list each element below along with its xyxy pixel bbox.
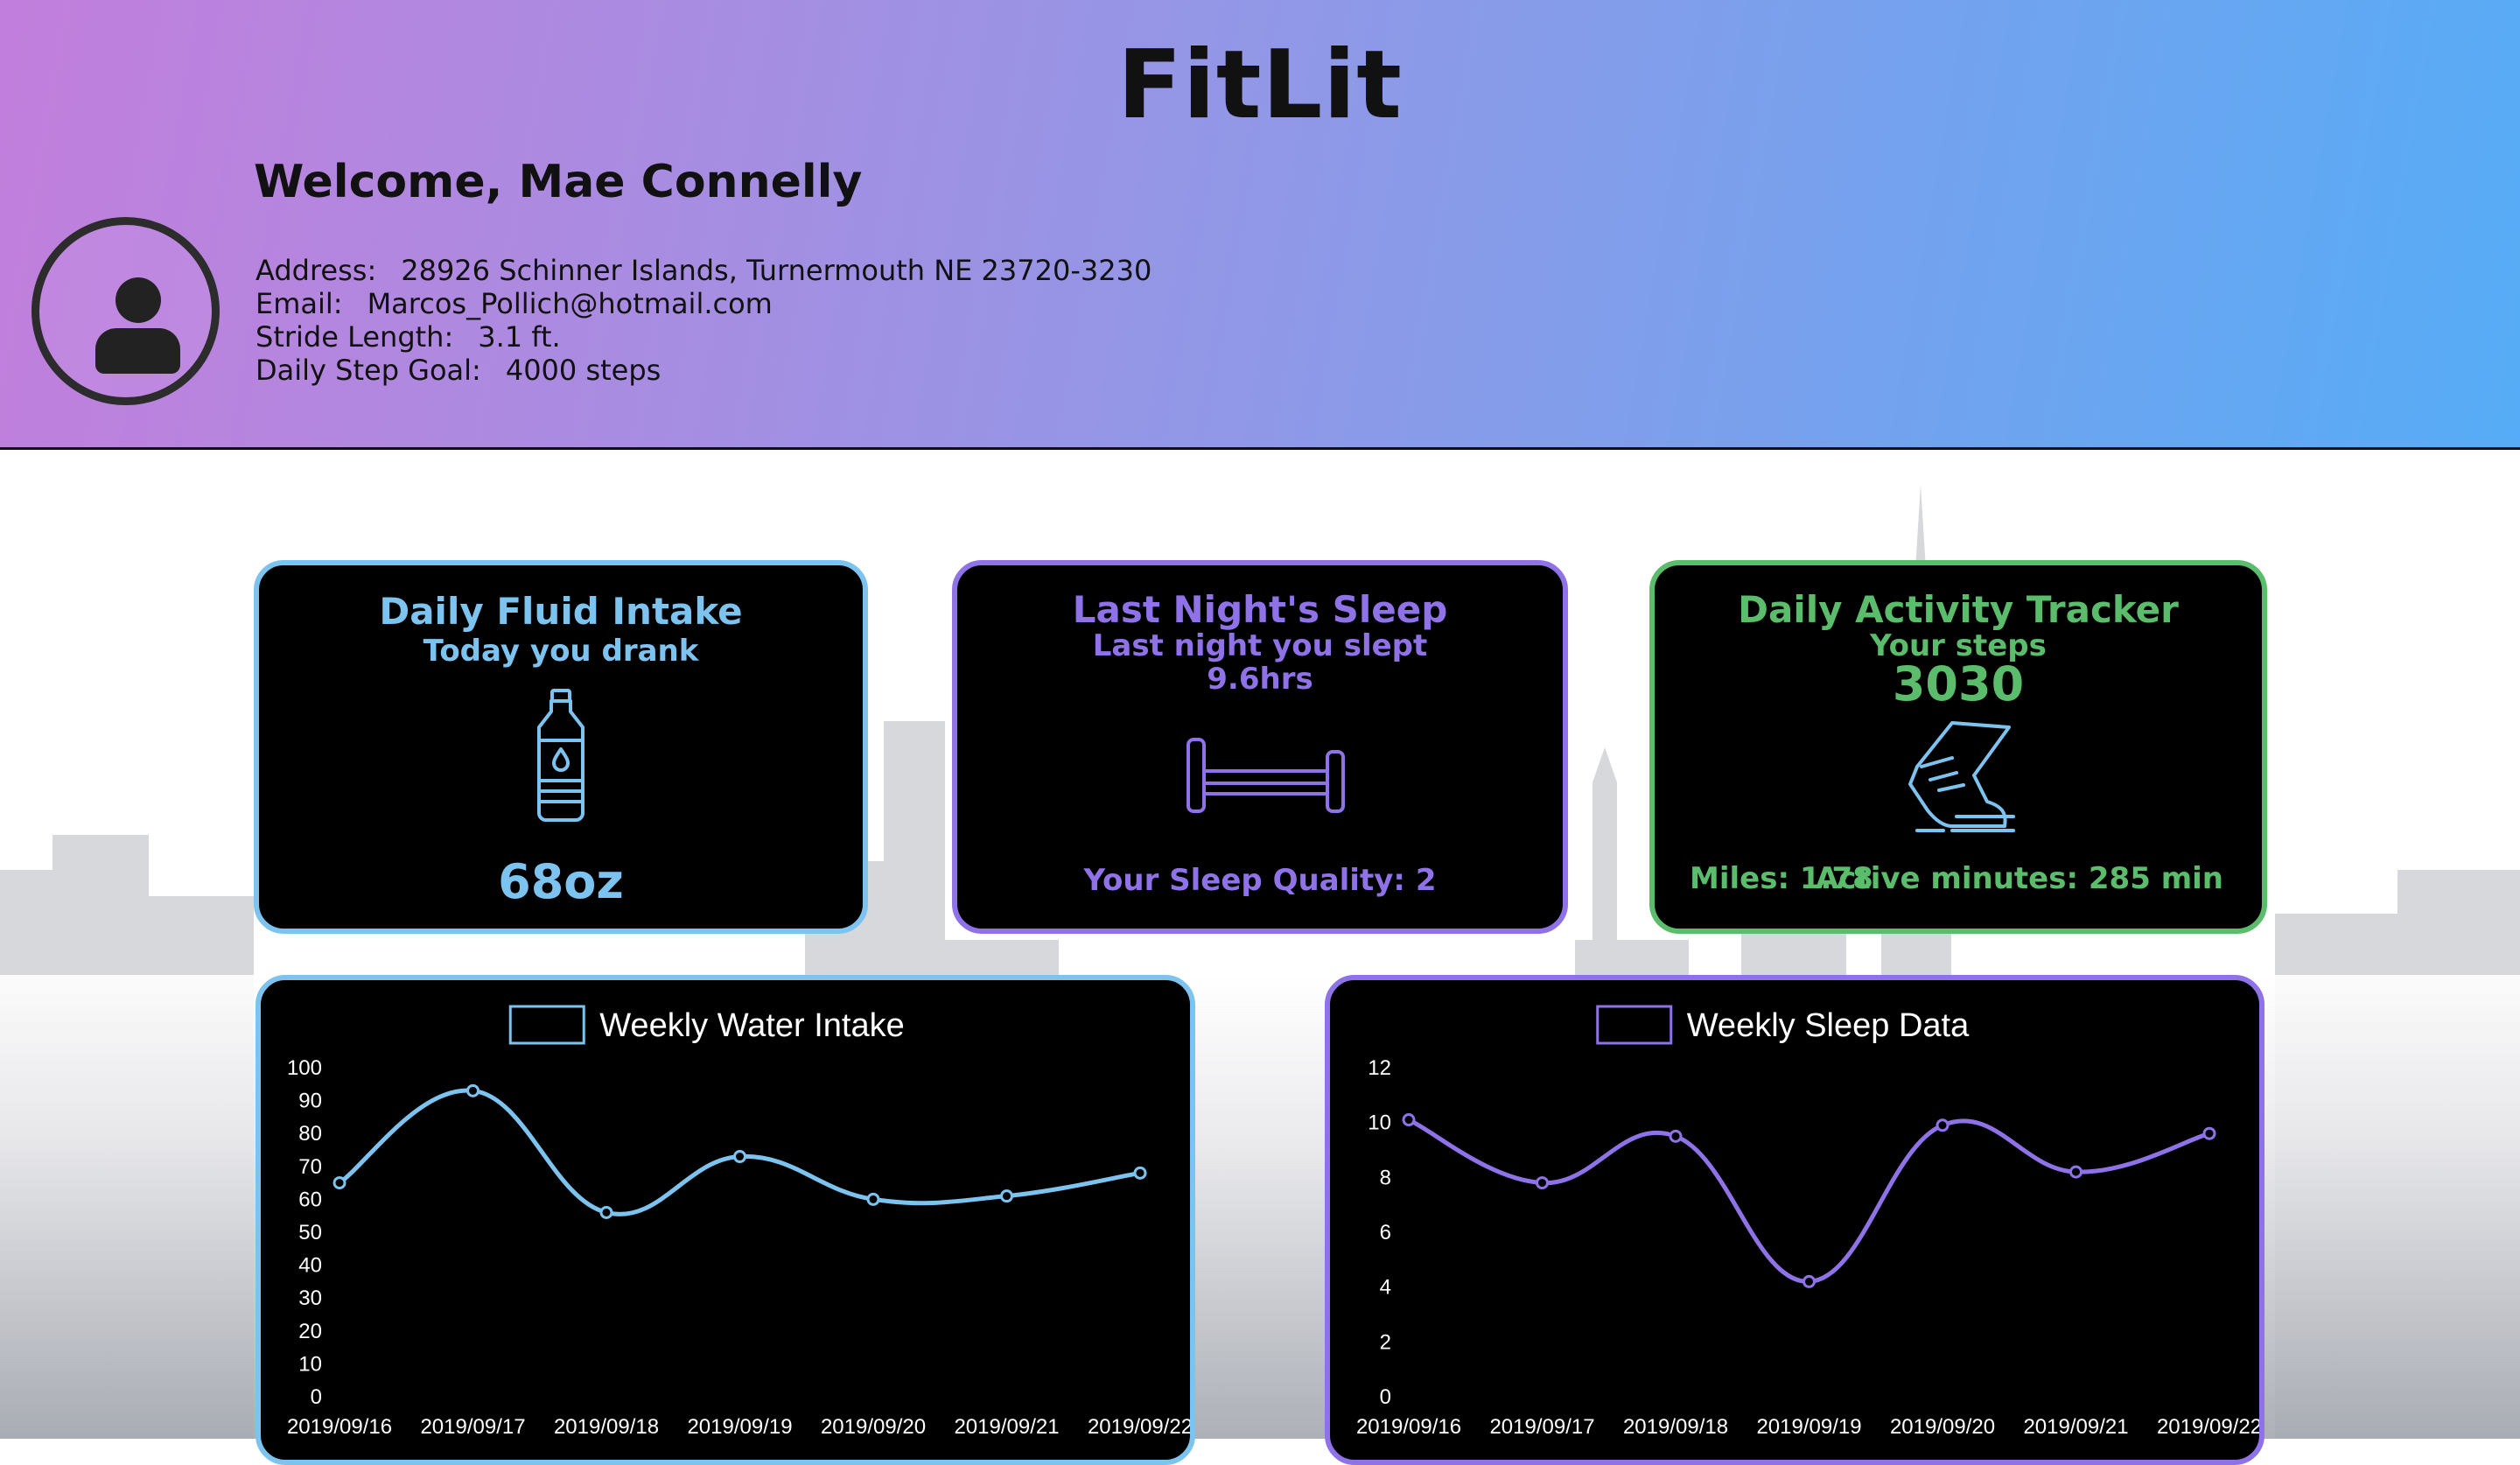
avatar-head: [116, 277, 161, 323]
y-tick-label: 80: [298, 1122, 322, 1146]
y-tick-label: 70: [298, 1155, 322, 1179]
x-tick-label: 2019/09/17: [420, 1415, 525, 1439]
data-point[interactable]: [733, 1150, 746, 1164]
user-info: Address: 28926 Schinner Islands, Turnermo…: [256, 254, 1152, 387]
email-row: Email: Marcos_Pollich@hotmail.com: [256, 287, 1152, 320]
y-tick-label: 2: [1380, 1330, 1391, 1354]
x-tick-label: 2019/09/19: [1756, 1415, 1861, 1439]
weekly-sleep-chart-card: Weekly Sleep Data 0 2 4 6 8 10 12 2019/09/16 2019…: [1325, 975, 2264, 1465]
data-point[interactable]: [1133, 1166, 1147, 1180]
app-title: FitLit: [1117, 31, 1403, 140]
email-label: Email:: [256, 287, 343, 320]
legend-swatch: [508, 1005, 585, 1045]
data-point[interactable]: [2069, 1165, 2082, 1179]
step-goal-row: Daily Step Goal: 4000 steps: [256, 354, 1152, 387]
legend-label: Weekly Sleep Data: [1687, 1007, 1970, 1044]
sleep-card-subtitle: Last night you slept: [1092, 628, 1428, 663]
sleep-hours: 9.6hrs: [1207, 662, 1313, 697]
y-tick-label: 10: [298, 1352, 322, 1376]
x-tick-label: 2019/09/18: [1623, 1415, 1728, 1439]
water-bottle-icon: [537, 689, 584, 822]
y-tick-label: 0: [311, 1385, 322, 1409]
data-point[interactable]: [332, 1176, 346, 1190]
x-tick-label: 2019/09/20: [821, 1415, 926, 1439]
welcome-message: Welcome, Mae Connelly: [254, 156, 863, 208]
weekly-water-chart-card: Weekly Water Intake 0 10 20 30 40 50 60 70 80 90 10…: [256, 975, 1195, 1465]
y-tick-label: 10: [1368, 1111, 1391, 1135]
fluid-intake-card: Daily Fluid Intake Today you drank 68oz: [254, 560, 868, 934]
profile-header: FitLit Welcome, Mae Connelly Address: 289…: [0, 0, 2520, 450]
sleep-card: Last Night's Sleep Last night you slept …: [952, 560, 1568, 934]
y-tick-label: 12: [1368, 1056, 1391, 1080]
y-tick-label: 8: [1380, 1166, 1391, 1189]
legend-label: Weekly Water Intake: [599, 1007, 904, 1044]
activity-card-title: Daily Activity Tracker: [1738, 588, 2179, 631]
data-point[interactable]: [1000, 1189, 1013, 1203]
stride-label: Stride Length:: [256, 320, 454, 354]
fluid-card-title: Daily Fluid Intake: [379, 590, 743, 633]
x-tick-label: 2019/09/19: [687, 1415, 792, 1439]
x-tick-label: 2019/09/22: [1088, 1415, 1190, 1439]
weekly-water-chart: Weekly Water Intake 0 10 20 30 40 50 60 70 80 90 10…: [287, 1005, 1190, 1439]
email-value: Marcos_Pollich@hotmail.com: [367, 287, 773, 320]
sleep-card-title: Last Night's Sleep: [1072, 588, 1448, 631]
y-tick-label: 0: [1380, 1385, 1391, 1409]
active-minutes: Active minutes: 285 min: [1815, 861, 2223, 896]
x-tick-label: 2019/09/17: [1489, 1415, 1594, 1439]
x-tick-label: 2019/09/20: [1890, 1415, 1995, 1439]
data-point[interactable]: [1402, 1113, 1416, 1127]
x-tick-label: 2019/09/18: [554, 1415, 659, 1439]
sleep-quality: Your Sleep Quality: 2: [1083, 863, 1437, 898]
bed-icon: [1186, 738, 1345, 813]
activity-card: Daily Activity Tracker Your steps 3030 M…: [1649, 560, 2267, 934]
step-goal-value: 4000 steps: [505, 354, 662, 387]
avatar-body: [95, 328, 180, 374]
y-tick-label: 90: [298, 1090, 322, 1113]
y-tick-label: 40: [298, 1254, 322, 1278]
y-tick-label: 50: [298, 1221, 322, 1244]
data-point[interactable]: [1936, 1118, 1950, 1132]
data-point[interactable]: [866, 1192, 880, 1206]
fluid-card-subtitle: Today you drank: [423, 634, 699, 669]
data-point[interactable]: [1669, 1129, 1683, 1143]
fluid-amount: 68oz: [498, 854, 624, 909]
stride-value: 3.1 ft.: [478, 320, 561, 354]
x-tick-label: 2019/09/22: [2157, 1415, 2259, 1439]
y-tick-label: 100: [287, 1056, 322, 1080]
user-avatar-icon: [32, 217, 220, 405]
address-value: 28926 Schinner Islands, Turnermouth NE 2…: [401, 254, 1152, 287]
x-tick-label: 2019/09/21: [954, 1415, 1059, 1439]
running-shoe-icon: [1908, 721, 2015, 832]
y-tick-label: 6: [1380, 1221, 1391, 1244]
data-point[interactable]: [599, 1205, 613, 1219]
y-tick-label: 4: [1380, 1276, 1391, 1300]
address-row: Address: 28926 Schinner Islands, Turnermo…: [256, 254, 1152, 287]
y-tick-label: 20: [298, 1320, 322, 1343]
weekly-sleep-chart: Weekly Sleep Data 0 2 4 6 8 10 12 2019/09/16 2019…: [1356, 1005, 2259, 1439]
data-point[interactable]: [1802, 1274, 1816, 1288]
x-tick-label: 2019/09/16: [287, 1415, 392, 1439]
data-point[interactable]: [466, 1083, 480, 1097]
data-point[interactable]: [1536, 1176, 1549, 1190]
y-tick-label: 60: [298, 1188, 322, 1211]
legend-swatch: [1596, 1005, 1673, 1045]
step-count: 3030: [1892, 656, 2025, 711]
y-tick-label: 30: [298, 1286, 322, 1310]
stride-row: Stride Length: 3.1 ft.: [256, 320, 1152, 354]
address-label: Address:: [256, 254, 377, 287]
x-tick-label: 2019/09/21: [2023, 1415, 2128, 1439]
step-goal-label: Daily Step Goal:: [256, 354, 481, 387]
x-tick-label: 2019/09/16: [1356, 1415, 1461, 1439]
series-line: [1407, 1118, 2210, 1284]
data-point[interactable]: [2202, 1126, 2216, 1140]
